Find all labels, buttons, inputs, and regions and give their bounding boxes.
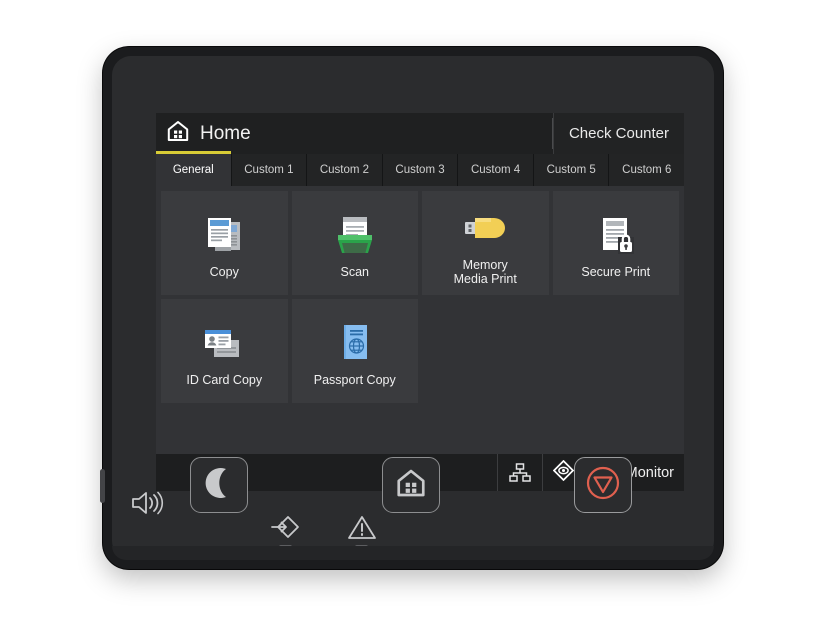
screen-titlebar: Home Check Counter xyxy=(156,113,684,154)
app-tile-label: Secure Print xyxy=(581,265,651,279)
panel-face: Home Check Counter General Custom 1 Cust… xyxy=(112,56,714,560)
app-tile-copy[interactable]: Copy xyxy=(161,191,288,295)
printer-control-panel: Home Check Counter General Custom 1 Cust… xyxy=(100,47,723,569)
touchscreen[interactable]: Home Check Counter General Custom 1 Cust… xyxy=(156,113,684,491)
passport-booklet-icon xyxy=(335,319,375,369)
app-tile-passport-copy[interactable]: Passport Copy xyxy=(291,299,418,403)
app-tile-scan[interactable]: Scan xyxy=(291,191,418,295)
stop-button[interactable] xyxy=(574,457,632,513)
stop-icon xyxy=(586,466,620,505)
sleep-button[interactable] xyxy=(190,457,248,513)
id-card-icon xyxy=(200,319,248,369)
home-icon xyxy=(395,467,427,504)
app-tile-label: Memory Media Print xyxy=(453,258,517,286)
status-monitor-diamond-icon xyxy=(552,459,574,485)
app-tile-id-card-copy[interactable]: ID Card Copy xyxy=(161,299,288,403)
app-tile-secure-print[interactable]: Secure Print xyxy=(552,191,679,295)
side-nub xyxy=(100,469,105,503)
tab-custom-1[interactable]: Custom 1 xyxy=(231,154,308,186)
app-tile-empty xyxy=(422,299,549,403)
app-tile-empty xyxy=(553,299,680,403)
page-title: Home xyxy=(200,122,251,144)
usb-flash-drive-icon xyxy=(461,204,509,254)
home-title-group: Home xyxy=(156,119,251,148)
tab-custom-3[interactable]: Custom 3 xyxy=(382,154,459,186)
error-indicator xyxy=(347,514,377,540)
tab-custom-2[interactable]: Custom 2 xyxy=(307,154,383,186)
app-tile-label: Scan xyxy=(340,265,370,279)
app-grid: Copy Scan Memory Media Print Secure Prin… xyxy=(161,191,679,403)
check-counter-button[interactable]: Check Counter xyxy=(553,113,684,154)
moon-icon xyxy=(204,467,234,504)
app-panel: Copy Scan Memory Media Print Secure Prin… xyxy=(156,186,684,454)
copy-documents-icon xyxy=(201,211,247,261)
tab-bar: General Custom 1 Custom 2 Custom 3 Custo… xyxy=(156,151,684,186)
document-lock-icon xyxy=(593,211,639,261)
tab-custom-5[interactable]: Custom 5 xyxy=(533,154,610,186)
network-icon[interactable] xyxy=(496,454,543,491)
app-tile-label: Copy xyxy=(209,265,239,279)
speaker-icon xyxy=(130,490,164,516)
home-button[interactable] xyxy=(382,457,440,513)
app-tile-label: Passport Copy xyxy=(313,373,396,387)
scanner-icon xyxy=(332,211,378,261)
app-tile-label: ID Card Copy xyxy=(186,373,263,387)
tab-general[interactable]: General xyxy=(156,151,232,186)
home-icon xyxy=(166,119,190,148)
data-indicator xyxy=(271,514,301,540)
panel-bottom-strip xyxy=(112,546,714,560)
tab-custom-4[interactable]: Custom 4 xyxy=(458,154,534,186)
app-tile-memory-media-print[interactable]: Memory Media Print xyxy=(422,191,549,295)
tab-custom-6[interactable]: Custom 6 xyxy=(609,154,684,186)
